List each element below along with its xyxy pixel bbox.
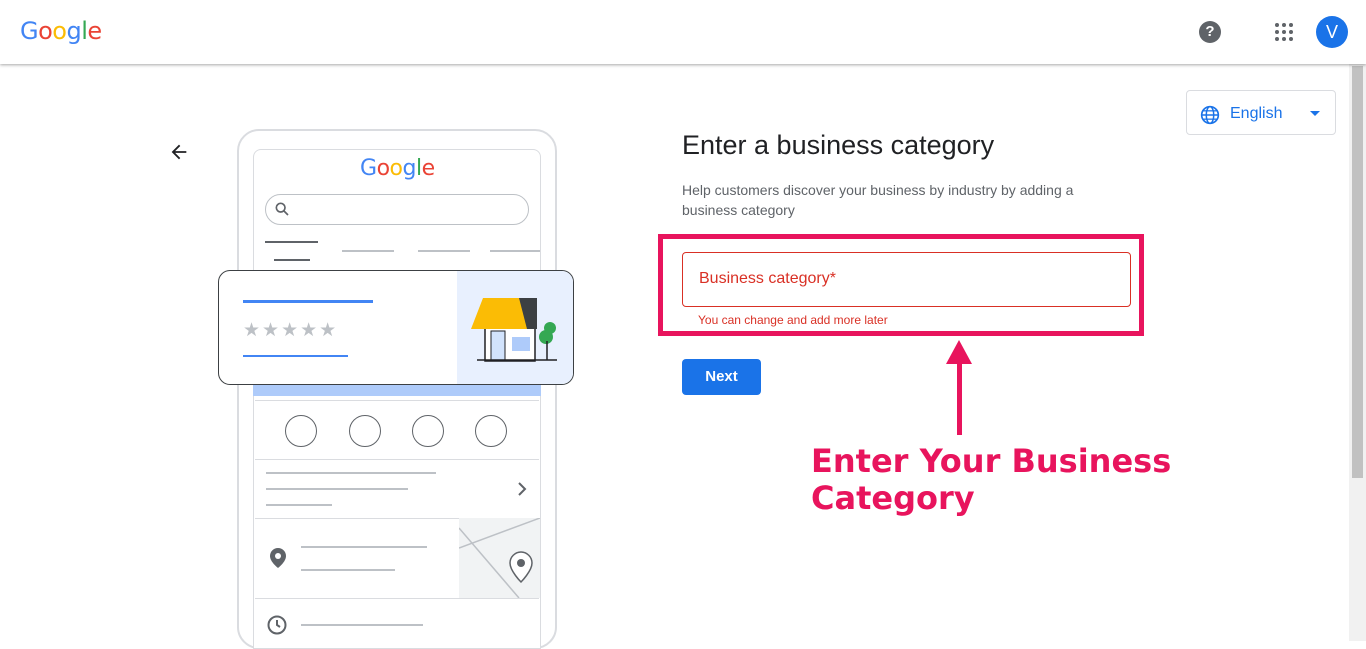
card-line: [243, 355, 348, 357]
logo-letter: g: [402, 156, 417, 181]
tab-line: [342, 250, 394, 252]
divider: [255, 459, 539, 460]
scrollbar-thumb[interactable]: [1352, 66, 1363, 478]
logo-letter: o: [52, 17, 67, 45]
annotation-text: Enter Your Business Category: [811, 442, 1172, 517]
top-bar: Google ? V: [0, 0, 1366, 64]
tab-line: [418, 250, 470, 252]
location-pin-icon: [270, 548, 286, 568]
account-avatar[interactable]: V: [1316, 16, 1348, 48]
field-hint: You can change and add more later: [698, 313, 888, 327]
bookmark-icon: [412, 415, 444, 447]
google-logo[interactable]: Google: [20, 17, 102, 45]
card-line: [243, 300, 373, 303]
tab-line: [490, 250, 540, 252]
chevron-down-icon: [1310, 111, 1320, 116]
info-line: [266, 472, 436, 474]
tab-line: [274, 259, 310, 261]
page-description: Help customers discover your business by…: [682, 182, 1074, 218]
storefront-icon: [471, 298, 557, 362]
annotation-arrow-shaft: [957, 360, 962, 435]
logo-letter: G: [20, 17, 39, 45]
tab-line: [265, 241, 318, 243]
page-title: Enter a business category: [682, 130, 995, 160]
storefront-panel: [457, 271, 573, 384]
phone-icon: [349, 415, 381, 447]
divider: [255, 598, 539, 599]
illustration-google-logo: Google: [360, 156, 435, 181]
divider: [255, 400, 539, 401]
logo-letter: e: [87, 17, 102, 45]
apps-grid-icon[interactable]: [1275, 23, 1293, 41]
info-line: [266, 488, 408, 490]
language-label: English: [1230, 105, 1283, 122]
next-button[interactable]: Next: [682, 359, 761, 395]
help-icon[interactable]: ?: [1199, 21, 1221, 43]
chevron-right-icon: [518, 482, 527, 496]
map-thumbnail: [459, 518, 540, 598]
language-selector[interactable]: English: [1186, 90, 1336, 135]
directions-icon: [285, 415, 317, 447]
business-category-input[interactable]: Business category*: [682, 252, 1131, 307]
card-shadow: [253, 384, 541, 396]
globe-icon: [1200, 105, 1220, 125]
business-card-illustration: ★★★★★: [218, 270, 574, 385]
info-line: [301, 546, 427, 548]
rating-stars: ★★★★★: [243, 320, 339, 341]
info-line: [266, 504, 332, 506]
clock-icon: [267, 615, 287, 635]
search-icon: [275, 202, 289, 216]
info-line: [301, 624, 423, 626]
info-line: [301, 569, 395, 571]
logo-letter: G: [360, 156, 377, 181]
share-icon: [475, 415, 507, 447]
business-category-label: Business category*: [699, 270, 836, 287]
logo-letter: e: [421, 156, 436, 181]
logo-letter: o: [389, 156, 403, 181]
logo-letter: o: [376, 156, 390, 181]
logo-letter: o: [38, 17, 53, 45]
logo-letter: g: [66, 17, 82, 45]
illustration-search-bar: [265, 194, 529, 225]
back-arrow-icon[interactable]: [168, 141, 190, 163]
